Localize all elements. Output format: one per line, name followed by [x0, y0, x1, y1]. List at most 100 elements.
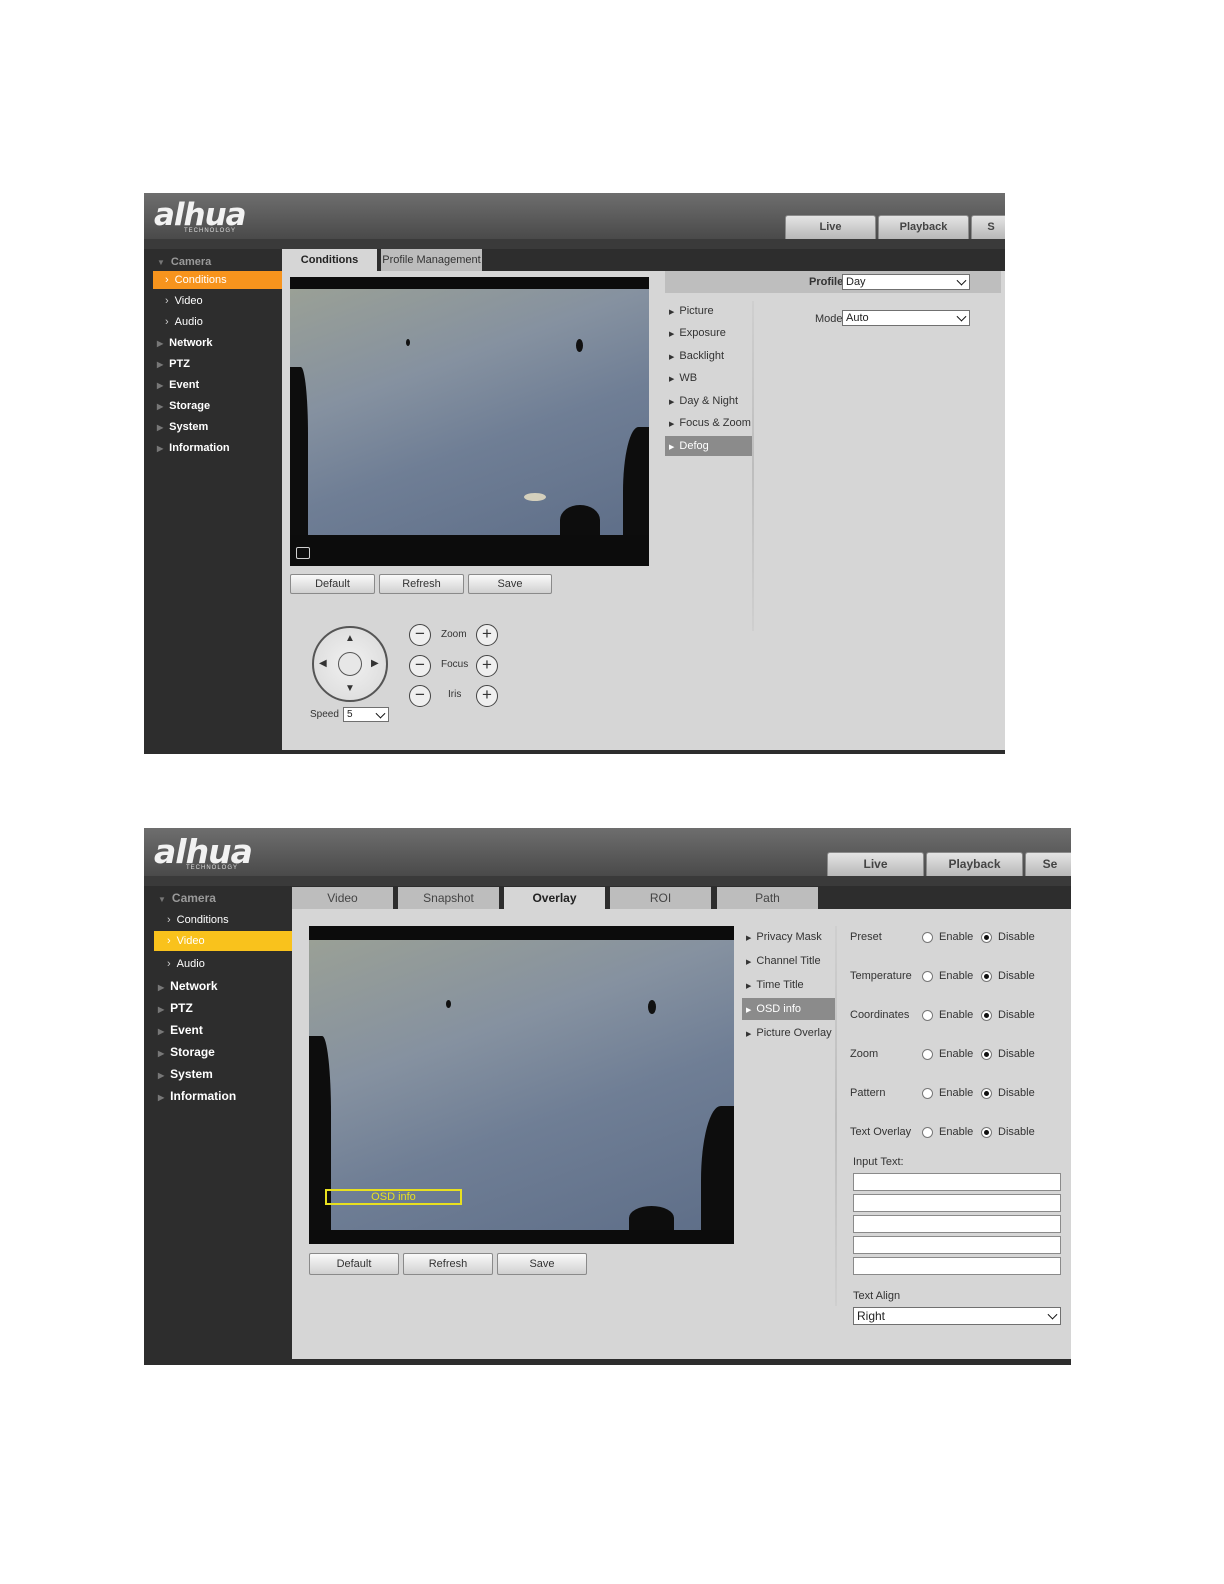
preset-disable-radio[interactable]: [981, 932, 992, 943]
temperature-enable-radio[interactable]: [922, 971, 933, 982]
sidebar-item-storage[interactable]: ▶ Storage: [144, 397, 282, 415]
menu-item-channel-title[interactable]: ▶ Channel Title: [742, 951, 836, 971]
text-align-select[interactable]: Right: [853, 1307, 1061, 1325]
sidebar-item-conditions[interactable]: › Conditions: [144, 910, 292, 930]
sidebar-item-audio[interactable]: › Audio: [144, 313, 282, 331]
chevron-right-icon: ›: [167, 914, 171, 926]
tab-playback[interactable]: Playback: [926, 852, 1023, 876]
arrow-up-icon[interactable]: ▲: [345, 633, 355, 644]
sidebar-item-camera[interactable]: ▼ Camera: [144, 252, 282, 272]
text-align-label: Text Align: [853, 1290, 901, 1302]
sidebar-item-storage[interactable]: ▶ Storage: [144, 1042, 292, 1062]
input-text-line-1[interactable]: [853, 1173, 1061, 1191]
sidebar-item-information[interactable]: ▶ Information: [144, 1086, 292, 1106]
osd-info-overlay-box[interactable]: OSD info: [325, 1189, 462, 1205]
sidebar: ▼ Camera › Conditions › Video › Audio ▶ Netwo…: [144, 886, 292, 1365]
text-overlay-disable-radio[interactable]: [981, 1127, 992, 1138]
pattern-enable-radio[interactable]: [922, 1088, 933, 1099]
menu-item-privacy-mask[interactable]: ▶ Privacy Mask: [742, 927, 836, 947]
sidebar-item-system[interactable]: ▶ System: [144, 1064, 292, 1084]
coordinates-enable-radio[interactable]: [922, 1010, 933, 1021]
tab-profile-management[interactable]: Profile Management: [381, 249, 482, 271]
ptz-direction-pad[interactable]: ▲ ▼ ◀ ▶: [312, 626, 388, 702]
refresh-button[interactable]: Refresh: [403, 1253, 493, 1275]
zoom-label: Zoom: [441, 629, 467, 640]
sidebar-item-conditions[interactable]: › Conditions: [153, 271, 282, 289]
sidebar-item-ptz[interactable]: ▶ PTZ: [144, 355, 282, 373]
input-text-line-2[interactable]: [853, 1194, 1061, 1212]
sidebar-item-camera[interactable]: ▼ Camera: [144, 888, 292, 908]
sidebar-item-video[interactable]: › Video: [154, 931, 292, 951]
sidebar-item-information[interactable]: ▶ Information: [144, 439, 282, 457]
text-overlay-enable-radio[interactable]: [922, 1127, 933, 1138]
sidebar-item-ptz[interactable]: ▶ PTZ: [144, 998, 292, 1018]
chevron-right-icon: ›: [167, 958, 171, 970]
sidebar-item-event[interactable]: ▶ Event: [144, 376, 282, 394]
refresh-button[interactable]: Refresh: [379, 574, 464, 594]
default-button[interactable]: Default: [290, 574, 375, 594]
iris-minus-button[interactable]: −: [409, 685, 431, 707]
menu-item-time-title[interactable]: ▶ Time Title: [742, 975, 836, 995]
preset-enable-radio[interactable]: [922, 932, 933, 943]
zoom-in-button[interactable]: +: [476, 624, 498, 646]
menu-item-focus-zoom[interactable]: ▶ Focus & Zoom: [665, 414, 753, 432]
iris-label: Iris: [448, 689, 462, 700]
menu-item-day-night[interactable]: ▶ Day & Night: [665, 392, 753, 410]
tab-conditions[interactable]: Conditions: [282, 249, 377, 271]
pattern-disable-radio[interactable]: [981, 1088, 992, 1099]
sidebar-item-audio[interactable]: › Audio: [144, 954, 292, 974]
tab-playback[interactable]: Playback: [878, 215, 969, 239]
coordinates-label: Coordinates: [850, 1009, 910, 1021]
tab-overlay[interactable]: Overlay: [504, 887, 605, 909]
sidebar-item-network[interactable]: ▶ Network: [144, 334, 282, 352]
preset-label: Preset: [850, 931, 882, 943]
menu-item-exposure[interactable]: ▶ Exposure: [665, 324, 753, 342]
fullscreen-icon[interactable]: [296, 547, 310, 559]
profile-select[interactable]: Day: [842, 274, 970, 290]
iris-plus-button[interactable]: +: [476, 685, 498, 707]
menu-item-osd-info[interactable]: ▶ OSD info: [742, 998, 836, 1020]
tab-live[interactable]: Live: [785, 215, 876, 239]
temperature-disable-radio[interactable]: [981, 971, 992, 982]
menu-item-picture[interactable]: ▶ Picture: [665, 302, 753, 320]
zoom-disable-label: Disable: [998, 1048, 1035, 1060]
tab-setup[interactable]: S: [971, 215, 1005, 239]
menu-item-wb[interactable]: ▶ WB: [665, 369, 753, 387]
expand-triangle-icon: ▶: [158, 1093, 165, 1102]
tab-snapshot[interactable]: Snapshot: [398, 887, 499, 909]
tab-live[interactable]: Live: [827, 852, 924, 876]
menu-item-backlight[interactable]: ▶ Backlight: [665, 347, 753, 365]
arrow-down-icon[interactable]: ▼: [345, 683, 355, 694]
focus-minus-button[interactable]: −: [409, 655, 431, 677]
menu-item-defog[interactable]: ▶ Defog: [665, 436, 753, 456]
sidebar-item-video[interactable]: › Video: [144, 292, 282, 310]
speed-select[interactable]: 5: [343, 707, 389, 722]
caret-right-icon: ▶: [746, 935, 752, 942]
sidebar-item-event[interactable]: ▶ Event: [144, 1020, 292, 1040]
zoom-enable-radio[interactable]: [922, 1049, 933, 1060]
zoom-enable-label: Enable: [939, 1048, 974, 1060]
text-overlay-label: Text Overlay: [850, 1126, 912, 1138]
caret-right-icon: ▶: [669, 399, 675, 406]
save-button[interactable]: Save: [497, 1253, 587, 1275]
menu-item-picture-overlay[interactable]: ▶ Picture Overlay: [742, 1023, 836, 1043]
input-text-line-5[interactable]: [853, 1257, 1061, 1275]
tab-path[interactable]: Path: [717, 887, 818, 909]
arrow-right-icon[interactable]: ▶: [371, 658, 379, 669]
input-text-line-3[interactable]: [853, 1215, 1061, 1233]
ptz-center-button[interactable]: [338, 652, 362, 676]
default-button[interactable]: Default: [309, 1253, 399, 1275]
tab-setup[interactable]: Se: [1025, 852, 1071, 876]
sidebar-item-network[interactable]: ▶ Network: [144, 976, 292, 996]
input-text-line-4[interactable]: [853, 1236, 1061, 1254]
sidebar-item-system[interactable]: ▶ System: [144, 418, 282, 436]
zoom-disable-radio[interactable]: [981, 1049, 992, 1060]
tab-roi[interactable]: ROI: [610, 887, 711, 909]
focus-plus-button[interactable]: +: [476, 655, 498, 677]
coordinates-disable-radio[interactable]: [981, 1010, 992, 1021]
tab-video[interactable]: Video: [292, 887, 393, 909]
zoom-out-button[interactable]: −: [409, 624, 431, 646]
save-button[interactable]: Save: [468, 574, 552, 594]
mode-select[interactable]: Auto: [842, 310, 970, 326]
arrow-left-icon[interactable]: ◀: [319, 658, 327, 669]
